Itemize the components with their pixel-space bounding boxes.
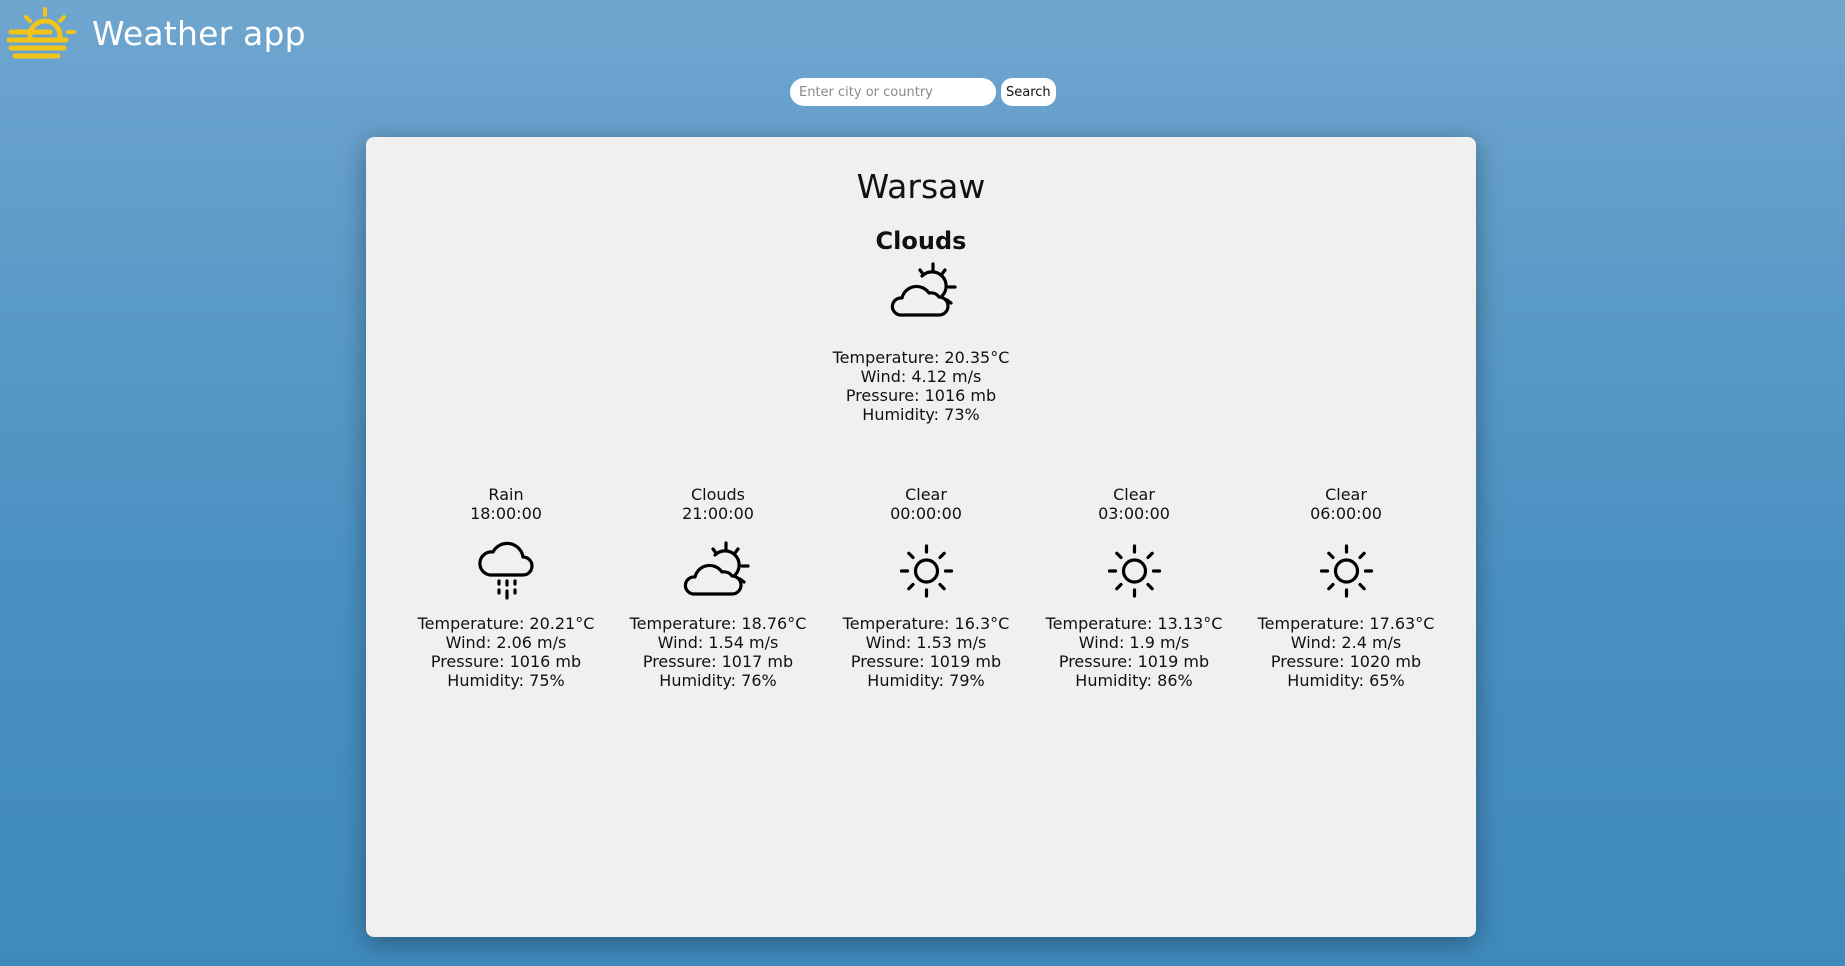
current-condition: Clouds <box>875 227 967 255</box>
forecast-time: 03:00:00 <box>1098 504 1170 523</box>
forecast-item: Clouds 21:00:00 Temperature: 18.76°C Win… <box>608 485 828 690</box>
search-button[interactable]: Search <box>1001 78 1056 106</box>
current-stats: Temperature: 20.35°C Wind: 4.12 m/s Pres… <box>366 348 1476 424</box>
search-bar: Search <box>790 78 1056 106</box>
forecast-condition: Rain <box>488 485 524 504</box>
forecast-humidity: Humidity: 76% <box>659 671 777 690</box>
forecast-item: Clear 00:00:00 Temperature: 16.3°C Wind:… <box>816 485 1036 690</box>
forecast-humidity: Humidity: 65% <box>1287 671 1405 690</box>
forecast-pressure: Pressure: 1020 mb <box>1270 652 1422 671</box>
forecast-humidity: Humidity: 86% <box>1075 671 1193 690</box>
partly-cloudy-icon <box>890 262 957 317</box>
search-input[interactable] <box>790 78 996 106</box>
forecast-temperature: Temperature: 17.63°C <box>1257 614 1435 633</box>
forecast-condition: Clear <box>905 485 947 504</box>
weather-card: Warsaw Clouds Temperature: 20.35°C Wind:… <box>366 137 1476 937</box>
forecast-time: 00:00:00 <box>890 504 962 523</box>
forecast-pressure: Pressure: 1016 mb <box>430 652 582 671</box>
forecast-pressure: Pressure: 1019 mb <box>850 652 1002 671</box>
forecast-condition: Clear <box>1325 485 1367 504</box>
forecast-condition: Clouds <box>690 485 746 504</box>
app-header: Weather app <box>6 4 306 64</box>
forecast-pressure: Pressure: 1019 mb <box>1058 652 1210 671</box>
forecast-temperature: Temperature: 20.21°C <box>417 614 595 633</box>
forecast-humidity: Humidity: 75% <box>447 671 565 690</box>
forecast-temperature: Temperature: 13.13°C <box>1045 614 1223 633</box>
current-pressure: Pressure: 1016 mb <box>845 386 997 405</box>
forecast-temperature: Temperature: 16.3°C <box>842 614 1010 633</box>
current-wind: Wind: 4.12 m/s <box>860 367 982 386</box>
sun-icon <box>899 544 953 598</box>
city-name: Warsaw <box>856 167 986 206</box>
app-title: Weather app <box>92 13 306 53</box>
sun-icon <box>1319 544 1373 598</box>
forecast-pressure: Pressure: 1017 mb <box>642 652 794 671</box>
forecast-wind: Wind: 1.9 m/s <box>1078 633 1190 652</box>
forecast-item: Rain 18:00:00 Temperature: 20.21°C Wind:… <box>396 485 616 690</box>
forecast-condition: Clear <box>1113 485 1155 504</box>
current-humidity: Humidity: 73% <box>862 405 980 424</box>
forecast-wind: Wind: 1.54 m/s <box>657 633 779 652</box>
forecast-wind: Wind: 2.4 m/s <box>1290 633 1402 652</box>
forecast-time: 21:00:00 <box>682 504 754 523</box>
forecast-item: Clear 03:00:00 Temperature: 13.13°C Wind… <box>1024 485 1244 690</box>
rain-cloud-icon <box>477 541 534 600</box>
forecast-time: 06:00:00 <box>1310 504 1382 523</box>
forecast-wind: Wind: 1.53 m/s <box>865 633 987 652</box>
sun-over-horizon-icon <box>6 7 76 59</box>
forecast-wind: Wind: 2.06 m/s <box>445 633 567 652</box>
sun-icon <box>1107 544 1161 598</box>
current-temperature: Temperature: 20.35°C <box>832 348 1010 367</box>
forecast-temperature: Temperature: 18.76°C <box>629 614 807 633</box>
partly-cloudy-icon <box>683 541 750 596</box>
forecast-humidity: Humidity: 79% <box>867 671 985 690</box>
forecast-item: Clear 06:00:00 Temperature: 17.63°C Wind… <box>1236 485 1456 690</box>
forecast-time: 18:00:00 <box>470 504 542 523</box>
